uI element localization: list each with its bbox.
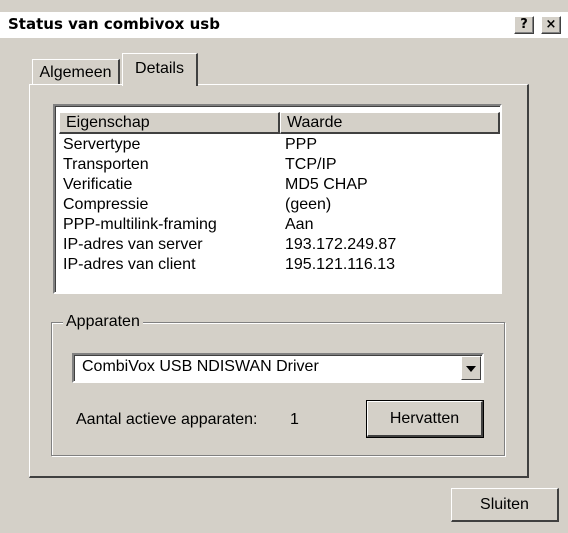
property-name: PPP-multilink-framing — [63, 216, 217, 233]
property-name: Transporten — [63, 156, 149, 173]
property-value: Aan — [285, 216, 314, 233]
property-name: Compressie — [63, 196, 149, 213]
device-dropdown[interactable]: CombiVox USB NDISWAN Driver — [72, 353, 484, 383]
details-list[interactable]: Eigenschap Waarde Servertype PPP Transpo… — [53, 104, 502, 294]
property-name: Servertype — [63, 136, 141, 153]
column-header-property[interactable]: Eigenschap — [59, 112, 280, 134]
list-item[interactable]: PPP-multilink-framing Aan — [55, 215, 500, 235]
window-title: Status van combivox usb — [8, 15, 220, 33]
list-item[interactable]: Compressie (geen) — [55, 195, 500, 215]
help-button[interactable]: ? — [514, 16, 534, 34]
dropdown-arrow-button[interactable] — [461, 356, 481, 380]
list-item[interactable]: IP-adres van server 193.172.249.87 — [55, 235, 500, 255]
property-name: IP-adres van client — [63, 256, 196, 273]
resume-button[interactable]: Hervatten — [366, 400, 484, 438]
device-dropdown-value: CombiVox USB NDISWAN Driver — [82, 358, 319, 375]
list-item[interactable]: Transporten TCP/IP — [55, 155, 500, 175]
property-value: 193.172.249.87 — [285, 236, 397, 253]
active-devices-label: Aantal actieve apparaten: — [76, 411, 258, 428]
column-header-value[interactable]: Waarde — [280, 112, 500, 134]
property-value: MD5 CHAP — [285, 176, 368, 193]
tab-details[interactable]: Details — [122, 53, 198, 86]
title-bar[interactable]: Status van combivox usb ? × — [0, 12, 568, 38]
property-value: PPP — [285, 136, 318, 153]
property-value: (geen) — [285, 196, 332, 213]
chevron-down-icon — [466, 366, 476, 372]
tab-algemeen[interactable]: Algemeen — [32, 59, 120, 85]
close-window-button[interactable]: × — [541, 16, 561, 34]
close-button[interactable]: Sluiten — [451, 488, 559, 522]
devices-group-label: Apparaten — [63, 312, 143, 332]
property-value: TCP/IP — [285, 156, 337, 173]
list-item[interactable]: IP-adres van client 195.121.116.13 — [55, 255, 500, 275]
list-item[interactable]: Verificatie MD5 CHAP — [55, 175, 500, 195]
active-devices-count: 1 — [290, 411, 299, 428]
dialog-window: Status van combivox usb ? × Algemeen Det… — [0, 0, 568, 533]
property-value: 195.121.116.13 — [285, 256, 396, 273]
property-name: Verificatie — [63, 176, 133, 193]
list-item[interactable]: Servertype PPP — [55, 135, 500, 155]
property-name: IP-adres van server — [63, 236, 203, 253]
window-top-edge — [0, 0, 568, 12]
